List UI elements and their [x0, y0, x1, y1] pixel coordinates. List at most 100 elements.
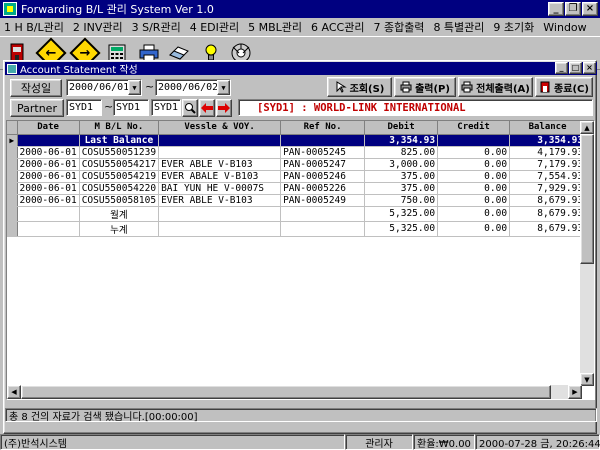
col-date[interactable]: Date	[17, 121, 80, 135]
close-button[interactable]: 종료(C)	[535, 77, 593, 97]
cell-mbl[interactable]: COSU550054217	[79, 158, 160, 171]
cell-mbl[interactable]: COSU550058105	[79, 194, 160, 207]
col-credit[interactable]: Credit	[437, 121, 511, 135]
cell-date[interactable]	[17, 206, 80, 222]
print-button[interactable]: 출력(P)	[394, 77, 456, 97]
scroll-up-icon[interactable]: ▲	[580, 121, 594, 134]
cell-vessel[interactable]	[158, 206, 282, 222]
table-row[interactable]: 월계 5,325.00 0.00 8,679.93	[7, 206, 587, 222]
cell-mbl[interactable]: Last Balance	[79, 134, 160, 147]
cell-date[interactable]	[17, 221, 80, 237]
table-row[interactable]: ▶ Last Balance 3,354.93 3,354.93	[7, 134, 587, 147]
horizontal-scroll-thumb[interactable]	[21, 385, 551, 399]
cell-debit[interactable]: 3,354.93	[364, 134, 439, 147]
date-to-select[interactable]: 2000/06/02 ▼	[155, 79, 231, 96]
cell-debit[interactable]: 375.00	[364, 182, 439, 195]
cell-mbl[interactable]: 누계	[79, 221, 160, 237]
cell-vessel[interactable]	[158, 146, 282, 159]
scroll-left-icon[interactable]: ◀	[7, 385, 21, 399]
menu-mbl[interactable]: 5 MBL관리	[248, 19, 302, 35]
cell-date[interactable]	[17, 134, 80, 147]
partner-code-input[interactable]: SYD1	[151, 99, 181, 116]
cell-date[interactable]: 2000-06-01	[17, 170, 80, 183]
chevron-down-icon[interactable]: ▼	[217, 80, 230, 95]
menu-inv[interactable]: 2 INV관리	[73, 19, 123, 35]
cell-debit[interactable]: 750.00	[364, 194, 439, 207]
table-row[interactable]: 2000-06-01 COSU550058105 EVER ABLE V-B10…	[7, 194, 587, 207]
cell-debit[interactable]: 5,325.00	[364, 221, 439, 237]
cell-vessel[interactable]: BAI YUN HE V-0007S	[158, 182, 282, 195]
cell-vessel[interactable]: EVER ABLE V-B103	[158, 158, 282, 171]
cell-ref[interactable]	[280, 134, 366, 147]
cell-ref[interactable]: PAN-0005245	[280, 146, 366, 159]
cell-ref[interactable]: PAN-0005246	[280, 170, 366, 183]
cell-credit[interactable]: 0.00	[437, 221, 511, 237]
scroll-down-icon[interactable]: ▼	[580, 373, 594, 386]
cell-balance[interactable]: 8,679.93	[509, 194, 587, 207]
cell-balance[interactable]: 7,929.93	[509, 182, 587, 195]
cell-mbl[interactable]: COSU550054219	[79, 170, 160, 183]
cell-credit[interactable]: 0.00	[437, 158, 511, 171]
cell-date[interactable]: 2000-06-01	[17, 146, 80, 159]
col-ref[interactable]: Ref No.	[280, 121, 366, 135]
cell-debit[interactable]: 375.00	[364, 170, 439, 183]
cell-debit[interactable]: 825.00	[364, 146, 439, 159]
menu-sr[interactable]: 3 S/R관리	[132, 19, 181, 35]
close-icon[interactable]: ×	[582, 2, 598, 16]
restore-icon[interactable]: ❐	[565, 2, 581, 16]
cell-balance[interactable]: 7,554.93	[509, 170, 587, 183]
cell-credit[interactable]	[437, 134, 511, 147]
vertical-scrollbar[interactable]: ▲ ▼	[580, 121, 594, 386]
horizontal-scrollbar[interactable]: ◀ ▶	[7, 385, 582, 399]
cell-ref[interactable]	[280, 206, 366, 222]
cell-date[interactable]: 2000-06-01	[17, 182, 80, 195]
cell-credit[interactable]: 0.00	[437, 206, 511, 222]
partner-from-input[interactable]: SYD1	[66, 99, 102, 116]
cell-credit[interactable]: 0.00	[437, 194, 511, 207]
menu-special[interactable]: 8 특별관리	[433, 19, 484, 35]
table-row[interactable]: 누계 5,325.00 0.00 8,679.93	[7, 221, 587, 237]
menu-edi[interactable]: 4 EDI관리	[190, 19, 239, 35]
cell-mbl[interactable]: COSU550051239	[79, 146, 160, 159]
cell-balance[interactable]: 7,179.93	[509, 158, 587, 171]
cell-balance[interactable]: 3,354.93	[509, 134, 587, 147]
cell-ref[interactable]: PAN-0005247	[280, 158, 366, 171]
cell-ref[interactable]: PAN-0005249	[280, 194, 366, 207]
cell-balance[interactable]: 8,679.93	[509, 206, 587, 222]
cell-vessel[interactable]	[158, 134, 282, 147]
left-red-arrow-icon[interactable]	[199, 99, 215, 117]
partner-to-input[interactable]: SYD1	[113, 99, 149, 116]
cell-vessel[interactable]: EVER ABALE V-B103	[158, 170, 282, 183]
table-row[interactable]: 2000-06-01 COSU550054220 BAI YUN HE V-00…	[7, 182, 587, 195]
print-all-button[interactable]: 전체출력(A)	[458, 77, 533, 97]
table-row[interactable]: 2000-06-01 COSU550054219 EVER ABALE V-B1…	[7, 170, 587, 183]
menu-hbl[interactable]: 1 H B/L관리	[4, 19, 64, 35]
table-row[interactable]: 2000-06-01 COSU550054217 EVER ABLE V-B10…	[7, 158, 587, 171]
col-balance[interactable]: Balance	[509, 121, 587, 135]
cell-credit[interactable]: 0.00	[437, 146, 511, 159]
col-vessel[interactable]: Vessle & VOY.	[158, 121, 282, 135]
right-red-arrow-icon[interactable]	[216, 99, 232, 117]
menu-report[interactable]: 7 종합출력	[373, 19, 424, 35]
chevron-down-icon[interactable]: ▼	[128, 80, 141, 95]
cell-credit[interactable]: 0.00	[437, 182, 511, 195]
cell-balance[interactable]: 4,179.93	[509, 146, 587, 159]
child-maximize-icon[interactable]: □	[569, 62, 582, 74]
cell-mbl[interactable]: COSU550054220	[79, 182, 160, 195]
cell-ref[interactable]: PAN-0005226	[280, 182, 366, 195]
cell-vessel[interactable]: EVER ABLE V-B103	[158, 194, 282, 207]
cell-balance[interactable]: 8,679.93	[509, 221, 587, 237]
cell-date[interactable]: 2000-06-01	[17, 194, 80, 207]
cell-ref[interactable]	[280, 221, 366, 237]
cell-vessel[interactable]	[158, 221, 282, 237]
cell-debit[interactable]: 5,325.00	[364, 206, 439, 222]
cell-mbl[interactable]: 월계	[79, 206, 160, 222]
scroll-right-icon[interactable]: ▶	[568, 385, 582, 399]
table-row[interactable]: 2000-06-01 COSU550051239 PAN-0005245 825…	[7, 146, 587, 159]
col-mbl[interactable]: M B/L No.	[79, 121, 160, 135]
cell-date[interactable]: 2000-06-01	[17, 158, 80, 171]
col-debit[interactable]: Debit	[364, 121, 439, 135]
minimize-icon[interactable]: _	[548, 2, 564, 16]
menu-window[interactable]: Window	[543, 21, 586, 34]
cell-credit[interactable]: 0.00	[437, 170, 511, 183]
